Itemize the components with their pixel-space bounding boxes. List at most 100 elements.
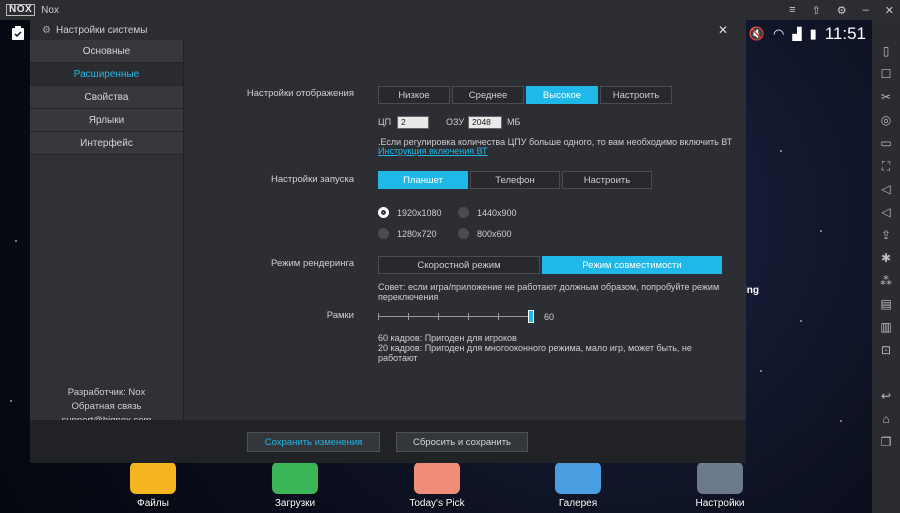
location-icon[interactable]: ◎ [879, 113, 893, 127]
resolution-1920-radio[interactable]: 1920x1080 [378, 207, 442, 218]
app-name: Nox [41, 4, 59, 16]
install-apk-icon[interactable]: ⇪ [879, 228, 893, 242]
menu-icon[interactable]: ≡ [789, 4, 795, 16]
dock-app-downloads[interactable]: Загрузки [265, 462, 325, 509]
slider-tick [468, 313, 469, 320]
wifi-icon: ◠ [772, 26, 785, 41]
resolution-label: 800x600 [477, 228, 512, 239]
mode-phone-button[interactable]: Телефон [470, 171, 560, 189]
reset-save-button[interactable]: Сбросить и сохранить [396, 432, 528, 452]
system-settings-dialog: ⚙ Настройки системы ✕ Основные Расширенн… [30, 20, 746, 463]
minimize-icon[interactable]: – [863, 4, 869, 16]
dock-label: Загрузки [274, 498, 316, 509]
star [10, 400, 12, 402]
back-icon[interactable]: ↩ [879, 389, 893, 403]
macro-icon[interactable]: ⁂ [879, 274, 893, 288]
developer-label: Разработчик: Nox [67, 387, 146, 398]
render-mode-group: Скоростной режим Режим совместимости [378, 256, 724, 274]
save-changes-button[interactable]: Сохранить изменения [247, 432, 380, 452]
slider-handle[interactable] [528, 310, 534, 323]
cpu-label: ЦП [378, 117, 392, 127]
todays-pick-icon [414, 462, 460, 494]
phone-icon[interactable]: ▯ [879, 44, 893, 58]
slider-tick [498, 313, 499, 320]
mode-custom-button[interactable]: Настроить [562, 171, 652, 189]
mode-tablet-button[interactable]: Планшет [378, 171, 468, 189]
resolution-label: 1280x720 [397, 228, 437, 239]
resolution-800-radio[interactable]: 800x600 [458, 228, 512, 239]
nav-item-advanced[interactable]: Расширенные [30, 63, 183, 86]
ram-input[interactable]: 2048 [468, 116, 502, 129]
emulator-titlebar: NOX Nox ≡ ⇧ ⚙ – ✕ [0, 0, 900, 20]
dock-label: Файлы [137, 498, 169, 509]
frames-note-60: 60 кадров: Пригоден для игроков [378, 333, 517, 343]
quality-high-button[interactable]: Высокое [526, 86, 598, 104]
close-icon[interactable]: ✕ [718, 23, 728, 37]
star [780, 150, 782, 152]
render-mode-label: Режим рендеринга [271, 258, 354, 269]
frames-slider[interactable] [378, 310, 538, 324]
multi-instance-icon[interactable]: ▤ [879, 297, 893, 311]
emulator-toolbar: ▯ ☐ ✂ ◎ ▭ ⛶ ◁ ◁ ⇪ ✱ ⁂ ▤ ▥ ⊡ ↩ ⌂ ❐ [872, 20, 900, 513]
screen-icon[interactable]: ▭ [879, 136, 893, 150]
resolution-1440-radio[interactable]: 1440x900 [458, 207, 517, 218]
dock-label: Настройки [695, 498, 745, 509]
vt-instructions-link[interactable]: Инструкция включения ВТ [378, 146, 488, 156]
gear-icon[interactable]: ⚙ [837, 4, 847, 17]
dialog-header: ⚙ Настройки системы ✕ [30, 20, 746, 40]
startup-mode-group: Планшет Телефон Настроить [378, 171, 654, 189]
fullscreen-icon[interactable]: ⛶ [879, 159, 893, 173]
radio-dot [378, 228, 389, 239]
frames-value: 60 [544, 312, 555, 322]
mute-icon: 🔇 [748, 26, 765, 41]
render-compat-button[interactable]: Режим совместимости [542, 256, 722, 274]
cpu-input[interactable]: 2 [397, 116, 429, 129]
pin-icon[interactable]: ⇧ [812, 4, 821, 17]
robot-icon[interactable]: ☐ [879, 67, 893, 81]
clipboard-icon [12, 26, 24, 40]
frames-note-20: 20 кадров: Пригоден для многооконного ре… [378, 343, 692, 363]
battery-icon: ▮ [809, 26, 817, 41]
display-settings-label: Настройки отображения [246, 88, 354, 99]
feedback-link[interactable]: Обратная связь [30, 400, 183, 414]
volume-up-icon[interactable]: ◁ [879, 182, 893, 196]
gallery-icon [555, 462, 601, 494]
partial-app-label: ing [744, 285, 759, 296]
download-icon [272, 462, 318, 494]
app-dock: Файлы Загрузки Today's Pick Галерея Наст… [110, 462, 760, 513]
quality-low-button[interactable]: Низкое [378, 86, 450, 104]
quality-custom-button[interactable]: Настроить [600, 86, 672, 104]
nav-item-basic[interactable]: Основные [30, 40, 183, 63]
star [15, 240, 17, 242]
radio-dot [458, 228, 469, 239]
render-tip: Совет: если игра/приложение не работают … [378, 282, 720, 302]
dock-app-todays-pick[interactable]: Today's Pick [407, 462, 467, 509]
nav-item-properties[interactable]: Свойства [30, 86, 183, 109]
startup-settings-label: Настройки запуска [270, 174, 354, 185]
sync-icon[interactable]: ⊡ [879, 343, 893, 357]
render-speed-button[interactable]: Скоростной режим [378, 256, 540, 274]
close-icon[interactable]: ✕ [885, 4, 894, 17]
quality-medium-button[interactable]: Среднее [452, 86, 524, 104]
nav-item-interface[interactable]: Интерфейс [30, 132, 183, 155]
signal-icon: ▟ [792, 27, 802, 41]
dock-app-gallery[interactable]: Галерея [548, 462, 608, 509]
shake-icon[interactable]: ✱ [879, 251, 893, 265]
dock-label: Галерея [558, 498, 598, 509]
slider-tick [408, 313, 409, 320]
display-quality-group: Низкое Среднее Высокое Настроить [378, 86, 674, 104]
volume-down-icon[interactable]: ◁ [879, 205, 893, 219]
dialog-footer: Сохранить изменения Сбросить и сохранить [30, 420, 746, 463]
home-icon[interactable]: ⌂ [879, 412, 893, 426]
dock-app-settings[interactable]: Настройки [690, 462, 750, 509]
record-icon[interactable]: ▥ [879, 320, 893, 334]
nav-item-shortcuts[interactable]: Ярлыки [30, 109, 183, 132]
resolution-1280-radio[interactable]: 1280x720 [378, 228, 437, 239]
resolution-label: 1440x900 [477, 207, 517, 218]
radio-dot [458, 207, 469, 218]
scissors-icon[interactable]: ✂ [879, 90, 893, 104]
dock-app-files[interactable]: Файлы [123, 462, 183, 509]
ram-unit: МБ [507, 117, 521, 127]
recent-apps-icon[interactable]: ❐ [879, 435, 893, 449]
star [760, 370, 762, 372]
